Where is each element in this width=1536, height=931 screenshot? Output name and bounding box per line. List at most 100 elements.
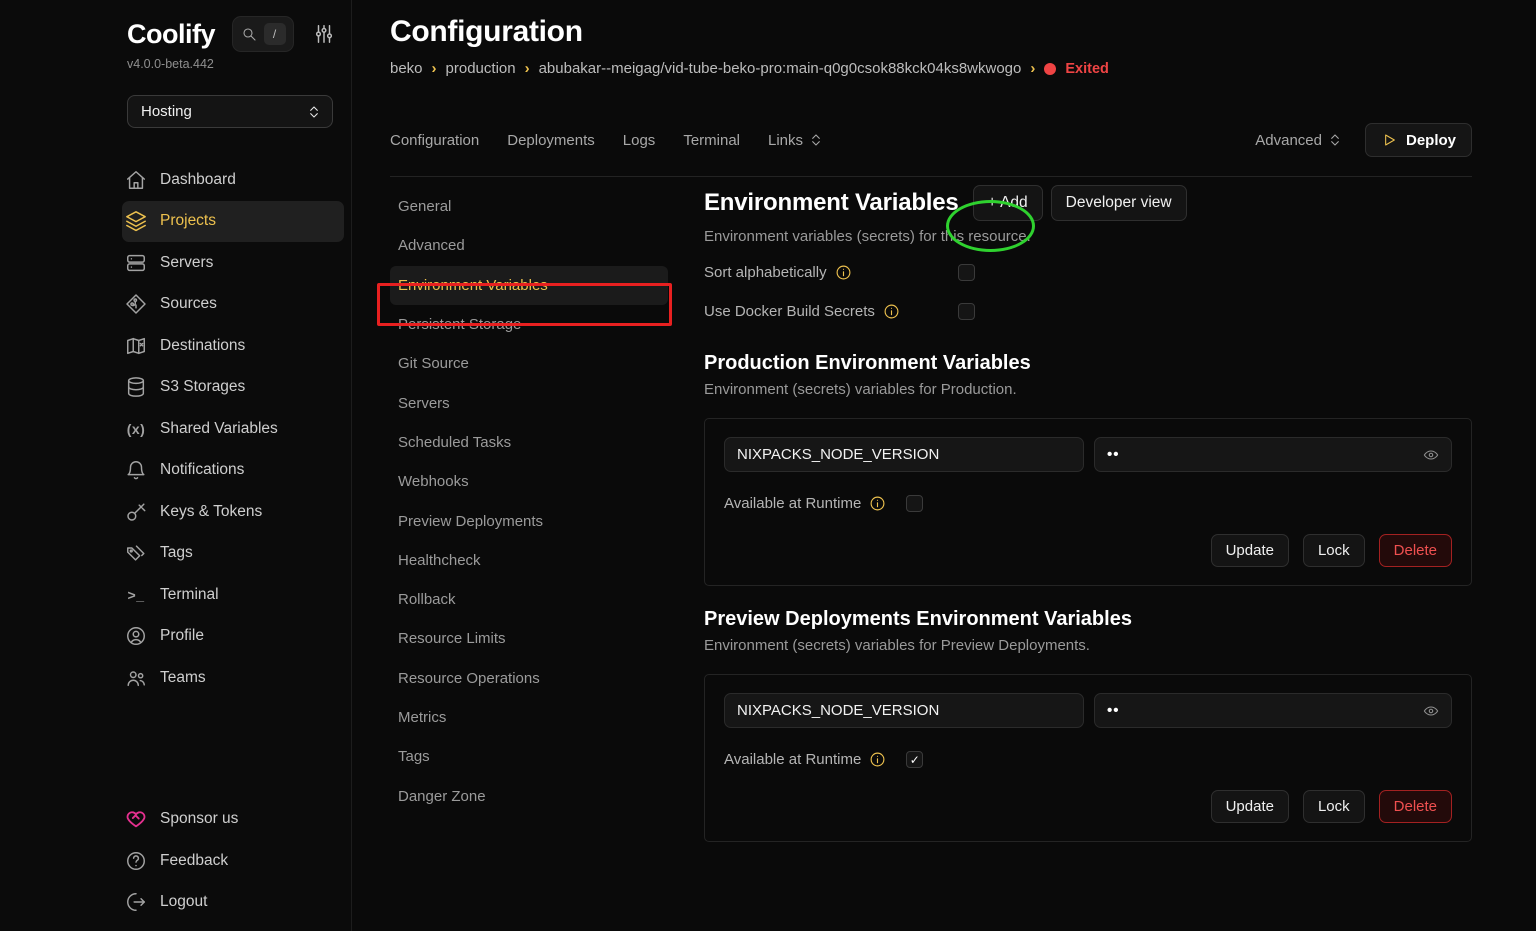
breadcrumb-environment[interactable]: production <box>446 60 516 77</box>
tab-logs[interactable]: Logs <box>623 132 656 149</box>
docker-build-secrets-checkbox[interactable] <box>958 303 975 320</box>
update-button[interactable]: Update <box>1211 790 1289 823</box>
available-at-runtime-row: Available at Runtime ✓ <box>724 751 1452 768</box>
advanced-dropdown[interactable]: Advanced <box>1255 132 1343 149</box>
subnav-webhooks[interactable]: Webhooks <box>390 462 668 501</box>
sidebar: Coolify / v4.0.0-beta.442 Hosting Dashbo… <box>0 0 352 931</box>
docker-build-secrets-row: Use Docker Build Secrets <box>704 298 1472 324</box>
preview-section-subtitle: Environment (secrets) variables for Prev… <box>704 637 1472 654</box>
sidebar-item-keys-tokens[interactable]: Keys & Tokens <box>122 491 344 533</box>
tab-links[interactable]: Links <box>768 132 824 149</box>
deploy-button[interactable]: Deploy <box>1365 123 1472 157</box>
users-icon <box>125 667 147 689</box>
env-variable-card: •• Available at Runtime ✓ Update Lock De… <box>704 674 1472 842</box>
key-icon <box>125 501 147 523</box>
developer-view-button[interactable]: Developer view <box>1051 185 1187 221</box>
breadcrumb: beko › production › abubakar--meigag/vid… <box>390 60 1472 77</box>
subnav-preview-deployments[interactable]: Preview Deployments <box>390 501 668 540</box>
subnav-healthcheck[interactable]: Healthcheck <box>390 541 668 580</box>
sidebar-item-sources[interactable]: Sources <box>122 284 344 326</box>
delete-button[interactable]: Delete <box>1379 534 1452 567</box>
team-selector[interactable]: Hosting <box>127 95 333 128</box>
search-button[interactable]: / <box>232 16 294 52</box>
update-button[interactable]: Update <box>1211 534 1289 567</box>
sidebar-item-dashboard[interactable]: Dashboard <box>122 159 344 201</box>
sidebar-item-shared-variables[interactable]: (x) Shared Variables <box>122 408 344 450</box>
sidebar-item-sponsor-us[interactable]: Sponsor us <box>122 799 344 841</box>
breadcrumb-team[interactable]: beko <box>390 60 423 77</box>
production-section-title: Production Environment Variables <box>704 352 1472 375</box>
app-logo: Coolify <box>127 19 215 50</box>
reveal-value-button[interactable] <box>1423 703 1439 719</box>
info-icon[interactable] <box>835 264 852 281</box>
sidebar-item-destinations[interactable]: Destinations <box>122 325 344 367</box>
variable-x-icon: (x) <box>125 421 147 437</box>
sort-alphabetically-checkbox[interactable] <box>958 264 975 281</box>
heart-hands-icon <box>125 808 147 830</box>
delete-button[interactable]: Delete <box>1379 790 1452 823</box>
info-icon[interactable] <box>869 751 886 768</box>
variable-value-input[interactable]: •• <box>1094 437 1452 472</box>
available-at-runtime-checkbox[interactable] <box>906 495 923 512</box>
environment-variables-panel: Environment Variables + Add Developer vi… <box>704 177 1472 842</box>
add-variable-button[interactable]: + Add <box>973 185 1043 221</box>
terminal-icon: >_ <box>125 587 147 603</box>
lock-button[interactable]: Lock <box>1303 790 1365 823</box>
sliders-icon <box>313 23 335 45</box>
tab-deployments[interactable]: Deployments <box>507 132 595 149</box>
sidebar-item-s3-storages[interactable]: S3 Storages <box>122 367 344 409</box>
subnav-git-source[interactable]: Git Source <box>390 344 668 383</box>
chevron-right-icon: › <box>525 60 530 77</box>
main-content: Configuration beko › production › abubak… <box>353 0 1536 931</box>
sidebar-footer: Sponsor us Feedback Logout <box>127 799 335 924</box>
status-dot <box>1044 63 1056 75</box>
sidebar-item-teams[interactable]: Teams <box>122 657 344 699</box>
sort-alphabetically-row: Sort alphabetically <box>704 259 1472 285</box>
variable-value-input[interactable]: •• <box>1094 693 1452 728</box>
subnav-persistent-storage[interactable]: Persistent Storage <box>390 305 668 344</box>
sidebar-item-terminal[interactable]: >_ Terminal <box>122 574 344 616</box>
search-shortcut-key: / <box>264 23 286 45</box>
subnav-servers[interactable]: Servers <box>390 383 668 422</box>
server-icon <box>125 252 147 274</box>
lock-button[interactable]: Lock <box>1303 534 1365 567</box>
subnav-resource-limits[interactable]: Resource Limits <box>390 619 668 658</box>
section-title: Environment Variables <box>704 189 959 217</box>
subnav-advanced[interactable]: Advanced <box>390 226 668 265</box>
chevrons-up-down-icon <box>1327 132 1343 148</box>
reveal-value-button[interactable] <box>1423 447 1439 463</box>
info-icon[interactable] <box>883 303 900 320</box>
sidebar-item-tags[interactable]: Tags <box>122 533 344 575</box>
chevrons-up-down-icon <box>306 104 322 120</box>
preview-section-title: Preview Deployments Environment Variable… <box>704 608 1472 631</box>
logout-icon <box>125 891 147 913</box>
variable-key-input[interactable] <box>724 437 1084 472</box>
sidebar-item-projects[interactable]: Projects <box>122 201 344 243</box>
settings-sliders-button[interactable] <box>313 23 335 45</box>
subnav-scheduled-tasks[interactable]: Scheduled Tasks <box>390 423 668 462</box>
tab-configuration[interactable]: Configuration <box>390 132 479 149</box>
subnav-danger-zone[interactable]: Danger Zone <box>390 776 668 815</box>
sidebar-item-servers[interactable]: Servers <box>122 242 344 284</box>
sidebar-item-feedback[interactable]: Feedback <box>122 840 344 882</box>
subnav-rollback[interactable]: Rollback <box>390 580 668 619</box>
map-icon <box>125 335 147 357</box>
app-version: v4.0.0-beta.442 <box>127 57 335 71</box>
sidebar-item-profile[interactable]: Profile <box>122 616 344 658</box>
home-icon <box>125 169 147 191</box>
page-title: Configuration <box>390 15 1472 49</box>
section-subtitle: Environment variables (secrets) for this… <box>704 228 1472 245</box>
production-section-subtitle: Environment (secrets) variables for Prod… <box>704 381 1472 398</box>
subnav-environment-variables[interactable]: Environment Variables <box>390 266 668 305</box>
subnav-general[interactable]: General <box>390 187 668 226</box>
breadcrumb-resource[interactable]: abubakar--meigag/vid-tube-beko-pro:main-… <box>539 60 1022 77</box>
variable-key-input[interactable] <box>724 693 1084 728</box>
info-icon[interactable] <box>869 495 886 512</box>
subnav-metrics[interactable]: Metrics <box>390 698 668 737</box>
sidebar-item-logout[interactable]: Logout <box>122 882 344 924</box>
subnav-tags[interactable]: Tags <box>390 737 668 776</box>
subnav-resource-operations[interactable]: Resource Operations <box>390 659 668 698</box>
available-at-runtime-checkbox[interactable]: ✓ <box>906 751 923 768</box>
tab-terminal[interactable]: Terminal <box>683 132 740 149</box>
sidebar-item-notifications[interactable]: Notifications <box>122 450 344 492</box>
